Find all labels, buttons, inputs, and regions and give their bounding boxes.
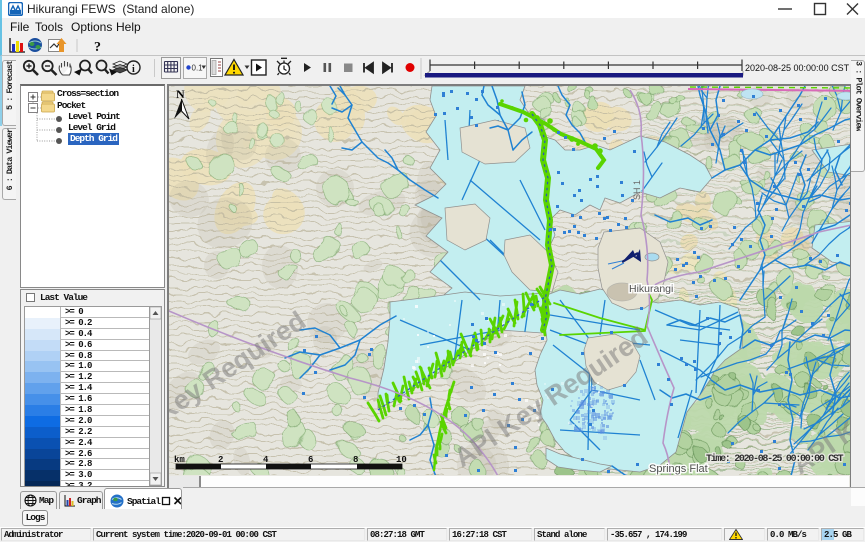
- svg-text:Hikurangi: Hikurangi: [629, 283, 673, 295]
- svg-text:4: 4: [263, 455, 269, 465]
- svg-text:SH 1: SH 1: [632, 180, 642, 200]
- svg-text:?: ?: [94, 40, 101, 55]
- svg-text:km: km: [174, 455, 185, 465]
- svg-text:Springs Flat: Springs Flat: [649, 463, 708, 475]
- svg-text:2: 2: [218, 455, 223, 465]
- svg-text:2020-08-25 00:00:00 CST: 2020-08-25 00:00:00 CST: [745, 63, 850, 73]
- svg-text:10: 10: [396, 455, 407, 465]
- svg-text:6: 6: [308, 455, 313, 465]
- svg-text:0.1: 0.1: [192, 64, 204, 73]
- svg-text:Time: 2020-08-25 00:00:00 CST: Time: 2020-08-25 00:00:00 CST: [706, 453, 844, 465]
- svg-text:i: i: [132, 64, 135, 75]
- svg-text:N: N: [176, 87, 185, 101]
- svg-text:8: 8: [353, 455, 358, 465]
